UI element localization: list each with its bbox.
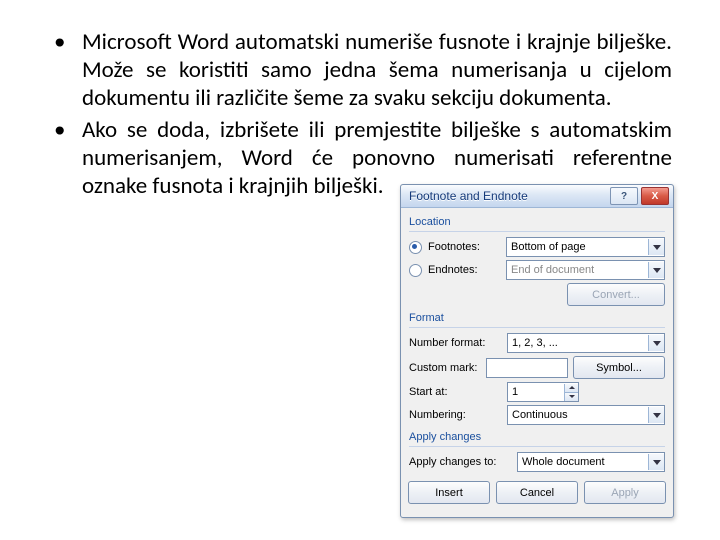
- numbering-combo[interactable]: Continuous: [507, 405, 665, 425]
- divider: [409, 231, 665, 232]
- dialog-titlebar[interactable]: Footnote and Endnote ? X: [401, 185, 673, 208]
- footnotes-label: Footnotes:: [428, 241, 506, 253]
- endnotes-label: Endnotes:: [428, 264, 506, 276]
- chevron-down-icon: [648, 239, 664, 255]
- close-button[interactable]: X: [641, 187, 669, 205]
- number-format-label: Number format:: [409, 337, 507, 349]
- chevron-down-icon: [648, 407, 664, 423]
- number-format-combo[interactable]: 1, 2, 3, ...: [507, 333, 665, 353]
- radio-endnotes[interactable]: [409, 264, 422, 277]
- endnotes-combo[interactable]: End of document: [506, 260, 665, 280]
- custom-mark-label: Custom mark:: [409, 362, 486, 374]
- custom-mark-input[interactable]: [486, 358, 568, 378]
- footnotes-combo[interactable]: Bottom of page: [506, 237, 665, 257]
- bullet-list: Microsoft Word automatski numeriše fusno…: [0, 0, 720, 200]
- help-button[interactable]: ?: [610, 187, 638, 205]
- divider: [409, 327, 665, 328]
- spin-down-icon[interactable]: [564, 393, 578, 401]
- cancel-button[interactable]: Cancel: [496, 481, 578, 504]
- convert-button[interactable]: Convert...: [567, 283, 665, 306]
- start-at-spinner[interactable]: 1: [507, 382, 579, 402]
- symbol-button[interactable]: Symbol...: [573, 356, 665, 379]
- apply-to-label: Apply changes to:: [409, 456, 517, 468]
- group-format: Format: [409, 312, 665, 324]
- spin-up-icon[interactable]: [564, 384, 578, 393]
- radio-footnotes[interactable]: [409, 241, 422, 254]
- divider: [409, 446, 665, 447]
- insert-button[interactable]: Insert: [408, 481, 490, 504]
- apply-button[interactable]: Apply: [584, 481, 666, 504]
- chevron-down-icon: [648, 262, 664, 278]
- bullet-item-1: Microsoft Word automatski numeriše fusno…: [54, 28, 672, 112]
- start-at-label: Start at:: [409, 386, 507, 398]
- group-apply-changes: Apply changes: [409, 431, 665, 443]
- chevron-down-icon: [648, 335, 664, 351]
- dialog-title: Footnote and Endnote: [409, 189, 607, 203]
- footnote-endnote-dialog: Footnote and Endnote ? X Location Footno…: [400, 184, 674, 518]
- apply-to-combo[interactable]: Whole document: [517, 452, 665, 472]
- numbering-label: Numbering:: [409, 409, 507, 421]
- group-location: Location: [409, 216, 665, 228]
- chevron-down-icon: [648, 454, 664, 470]
